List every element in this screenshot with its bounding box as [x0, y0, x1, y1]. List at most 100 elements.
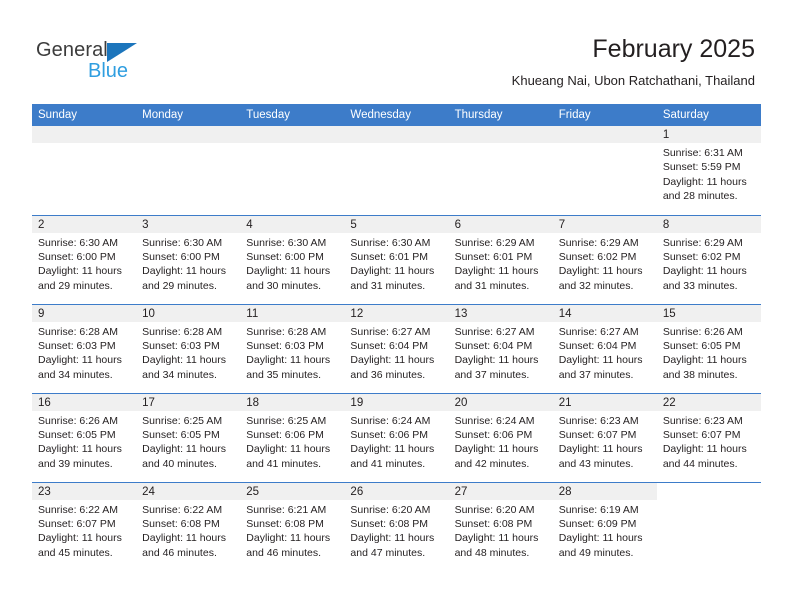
- daylight-duration-line2: and 47 minutes.: [350, 546, 426, 559]
- calendar-day-cell[interactable]: 16 Sunrise: 6:26 AM Sunset: 6:05 PM Dayligh…: [32, 392, 137, 482]
- day-cell-inner: 2 Sunrise: 6:30 AM Sunset: 6:00 PM Daylight…: [32, 215, 137, 304]
- day-cell-inner: 11 Sunrise: 6:28 AM Sunset: 6:03 PM Dayligh…: [240, 304, 345, 393]
- day-number: [552, 126, 657, 143]
- calendar-day-cell[interactable]: 11 Sunrise: 6:28 AM Sunset: 6:03 PM Dayligh…: [240, 303, 345, 393]
- calendar-day-cell[interactable]: 8 Sunrise: 6:29 AM Sunset: 6:02 PM Daylight…: [656, 214, 761, 304]
- day-details: Sunrise: 6:23 AM Sunset: 6:07 PM Daylight:…: [657, 411, 761, 472]
- daylight-duration-line2: and 29 minutes.: [142, 279, 217, 292]
- daylight-duration-line2: and 39 minutes.: [38, 457, 113, 470]
- calendar-day-cell[interactable]: 22 Sunrise: 6:23 AM Sunset: 6:07 PM Dayligh…: [656, 392, 761, 482]
- sunset-time: Sunset: 6:05 PM: [142, 428, 220, 441]
- calendar-day-cell[interactable]: 25 Sunrise: 6:21 AM Sunset: 6:08 PM Dayligh…: [240, 481, 345, 572]
- day-cell-inner: 28 Sunrise: 6:19 AM Sunset: 6:09 PM Dayligh…: [552, 482, 657, 572]
- calendar-day-cell[interactable]: 14 Sunrise: 6:27 AM Sunset: 6:04 PM Dayligh…: [552, 303, 657, 393]
- day-details: Sunrise: 6:28 AM Sunset: 6:03 PM Daylight:…: [136, 322, 240, 383]
- day-number: 11: [240, 304, 345, 322]
- sunset-time: Sunset: 6:02 PM: [558, 250, 637, 263]
- calendar-day-cell[interactable]: 5 Sunrise: 6:30 AM Sunset: 6:01 PM Daylight…: [344, 214, 449, 304]
- day-cell-inner: [136, 126, 241, 215]
- sunrise-time: Sunrise: 6:27 AM: [350, 325, 431, 338]
- daylight-duration-line1: Daylight: 11 hours: [454, 443, 539, 456]
- sunrise-time: Sunrise: 6:30 AM: [246, 236, 327, 249]
- day-number: [656, 482, 761, 500]
- calendar-day-cell[interactable]: 18 Sunrise: 6:25 AM Sunset: 6:06 PM Dayligh…: [240, 392, 345, 482]
- calendar-day-cell[interactable]: 3 Sunrise: 6:30 AM Sunset: 6:00 PM Daylight…: [136, 214, 241, 304]
- daylight-duration-line1: Daylight: 11 hours: [38, 443, 122, 456]
- calendar-day-cell[interactable]: 9 Sunrise: 6:28 AM Sunset: 6:03 PM Daylight…: [32, 303, 137, 393]
- calendar-day-cell[interactable]: 7 Sunrise: 6:29 AM Sunset: 6:02 PM Daylight…: [552, 214, 657, 304]
- sunrise-time: Sunrise: 6:26 AM: [38, 414, 118, 427]
- day-cell-inner: 7 Sunrise: 6:29 AM Sunset: 6:02 PM Daylight…: [552, 215, 657, 304]
- day-cell-inner: [344, 126, 449, 215]
- daylight-duration-line2: and 31 minutes.: [350, 279, 426, 292]
- sunset-time: Sunset: 6:00 PM: [38, 250, 116, 263]
- general-blue-logo[interactable]: General Blue: [36, 38, 166, 84]
- calendar-day-cell[interactable]: 6 Sunrise: 6:29 AM Sunset: 6:01 PM Daylight…: [448, 214, 553, 304]
- sunset-time: Sunset: 6:01 PM: [454, 250, 533, 263]
- calendar-day-cell[interactable]: 15 Sunrise: 6:26 AM Sunset: 6:05 PM Dayligh…: [656, 303, 761, 393]
- daylight-duration-line2: and 34 minutes.: [142, 368, 217, 381]
- calendar-empty-cell: [448, 126, 553, 215]
- calendar-day-cell[interactable]: 26 Sunrise: 6:20 AM Sunset: 6:08 PM Dayligh…: [344, 481, 449, 571]
- day-number: [32, 126, 137, 143]
- calendar-day-cell[interactable]: 12 Sunrise: 6:27 AM Sunset: 6:04 PM Dayligh…: [344, 303, 449, 393]
- day-cell-inner: 5 Sunrise: 6:30 AM Sunset: 6:01 PM Daylight…: [344, 215, 449, 304]
- day-cell-inner: 8 Sunrise: 6:29 AM Sunset: 6:02 PM Daylight…: [656, 215, 761, 304]
- daylight-duration-line1: Daylight: 11 hours: [142, 354, 226, 367]
- day-details: Sunrise: 6:26 AM Sunset: 6:05 PM Daylight:…: [657, 322, 761, 383]
- day-cell-inner: 10 Sunrise: 6:28 AM Sunset: 6:03 PM Dayligh…: [136, 304, 241, 393]
- day-details: Sunrise: 6:24 AM Sunset: 6:06 PM Daylight:…: [344, 411, 448, 472]
- day-cell-inner: [656, 482, 761, 572]
- day-cell-inner: 25 Sunrise: 6:21 AM Sunset: 6:08 PM Dayligh…: [240, 482, 345, 572]
- day-cell-inner: 6 Sunrise: 6:29 AM Sunset: 6:01 PM Daylight…: [448, 215, 553, 304]
- sunrise-time: Sunrise: 6:28 AM: [246, 325, 327, 338]
- daylight-duration-line1: Daylight: 11 hours: [558, 532, 643, 545]
- weekday-header-row: Sunday Monday Tuesday Wednesday Thursday…: [32, 104, 761, 126]
- calendar-empty-cell: [240, 126, 345, 215]
- day-details: Sunrise: 6:30 AM Sunset: 6:00 PM Daylight:…: [136, 233, 240, 294]
- calendar-day-cell[interactable]: 19 Sunrise: 6:24 AM Sunset: 6:06 PM Dayligh…: [344, 392, 449, 482]
- day-number: 7: [552, 215, 657, 233]
- daylight-duration-line1: Daylight: 11 hours: [454, 354, 539, 367]
- sunrise-time: Sunrise: 6:21 AM: [246, 503, 327, 516]
- calendar-day-cell[interactable]: 1 Sunrise: 6:31 AM Sunset: 5:59 PM Daylight…: [656, 126, 761, 215]
- day-details: Sunrise: 6:20 AM Sunset: 6:08 PM Daylight:…: [344, 500, 448, 561]
- calendar-day-cell[interactable]: 2 Sunrise: 6:30 AM Sunset: 6:00 PM Daylight…: [32, 214, 137, 304]
- calendar-day-cell[interactable]: 28 Sunrise: 6:19 AM Sunset: 6:09 PM Dayligh…: [552, 481, 657, 572]
- sunset-time: Sunset: 6:04 PM: [558, 339, 637, 352]
- day-cell-inner: [448, 126, 553, 215]
- day-details: Sunrise: 6:22 AM Sunset: 6:08 PM Daylight:…: [136, 500, 240, 561]
- day-cell-inner: 21 Sunrise: 6:23 AM Sunset: 6:07 PM Dayligh…: [552, 393, 657, 482]
- daylight-duration-line1: Daylight: 11 hours: [350, 265, 435, 278]
- day-details: Sunrise: 6:25 AM Sunset: 6:05 PM Daylight:…: [136, 411, 240, 472]
- calendar-day-cell[interactable]: 24 Sunrise: 6:22 AM Sunset: 6:08 PM Dayligh…: [136, 481, 241, 571]
- sunset-time: Sunset: 6:00 PM: [142, 250, 220, 263]
- day-number: 17: [136, 393, 241, 411]
- sunrise-time: Sunrise: 6:29 AM: [662, 236, 743, 249]
- calendar-day-cell[interactable]: 20 Sunrise: 6:24 AM Sunset: 6:06 PM Dayligh…: [448, 392, 553, 482]
- day-cell-inner: 3 Sunrise: 6:30 AM Sunset: 6:00 PM Daylight…: [136, 215, 241, 304]
- day-details: Sunrise: 6:29 AM Sunset: 6:02 PM Daylight:…: [553, 233, 657, 294]
- sunrise-time: Sunrise: 6:23 AM: [662, 414, 743, 427]
- calendar-day-cell[interactable]: 4 Sunrise: 6:30 AM Sunset: 6:00 PM Daylight…: [240, 214, 345, 304]
- day-details: Sunrise: 6:22 AM Sunset: 6:07 PM Daylight:…: [32, 500, 136, 561]
- day-number: 20: [448, 393, 553, 411]
- calendar-day-cell[interactable]: 17 Sunrise: 6:25 AM Sunset: 6:05 PM Dayligh…: [136, 392, 241, 482]
- calendar-day-cell[interactable]: 27 Sunrise: 6:20 AM Sunset: 6:08 PM Dayligh…: [448, 481, 553, 571]
- day-details: Sunrise: 6:26 AM Sunset: 6:05 PM Daylight:…: [32, 411, 136, 472]
- calendar-day-cell[interactable]: 10 Sunrise: 6:28 AM Sunset: 6:03 PM Dayligh…: [136, 303, 241, 393]
- logo-text-blue: Blue: [88, 60, 129, 82]
- calendar-day-cell[interactable]: 23 Sunrise: 6:22 AM Sunset: 6:07 PM Dayligh…: [32, 481, 137, 571]
- sunset-time: Sunset: 6:04 PM: [454, 339, 533, 352]
- page-subtitle: Khueang Nai, Ubon Ratchathani, Thailand: [511, 73, 755, 88]
- day-number: 5: [344, 215, 449, 233]
- calendar-day-cell[interactable]: 13 Sunrise: 6:27 AM Sunset: 6:04 PM Dayligh…: [448, 303, 553, 393]
- calendar-day-cell[interactable]: 21 Sunrise: 6:23 AM Sunset: 6:07 PM Dayligh…: [552, 392, 657, 482]
- day-number: 15: [656, 304, 761, 322]
- day-details: Sunrise: 6:23 AM Sunset: 6:07 PM Daylight:…: [553, 411, 657, 472]
- day-number: [136, 126, 241, 143]
- daylight-duration-line2: and 28 minutes.: [662, 190, 738, 203]
- daylight-duration-line2: and 32 minutes.: [558, 279, 634, 292]
- day-cell-inner: 19 Sunrise: 6:24 AM Sunset: 6:06 PM Dayligh…: [344, 393, 449, 482]
- sunset-time: Sunset: 6:09 PM: [558, 517, 637, 530]
